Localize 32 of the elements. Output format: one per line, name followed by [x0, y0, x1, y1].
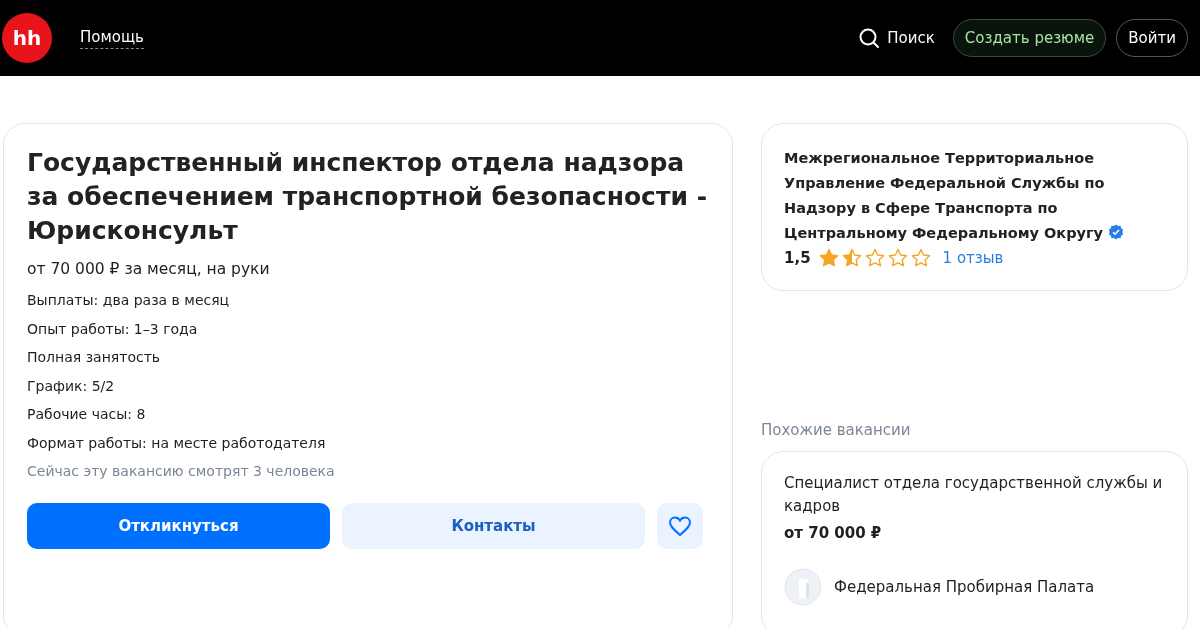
employer-name[interactable]: Межрегиональное Территориальное Управление Федеральной Службы по Надзору в Сфере Транспорта по Центральному Федеральному Округу — [784, 146, 1165, 246]
vacancy-title: Государственный инспектор отдела надзора за обеспечением транспортной безопасности - Юрисконсульт — [27, 147, 709, 247]
search-icon — [859, 28, 880, 48]
detail-text: Выплаты: два раза в месяц — [27, 291, 231, 310]
favorite-button[interactable] — [657, 503, 703, 549]
detail-text: Формат работы: на месте работодателя — [27, 433, 327, 453]
reviews-link[interactable]: 1 отзыв — [942, 249, 1004, 267]
star-icon — [818, 248, 839, 268]
login-button[interactable]: Войти — [1116, 19, 1188, 57]
similar-vacancy-card[interactable]: Специалист отдела государственной службы и кадров от 70 000 ₽ Федеральная Пробирная Палата — [761, 451, 1188, 629]
detail-text: Опыт работы: 1–3 года — [27, 319, 199, 339]
rating-value: 1,5 — [784, 249, 811, 267]
company-name: Федеральная Пробирная Палата — [834, 578, 1095, 596]
logo[interactable]: hh — [2, 13, 52, 63]
star-icon — [887, 248, 908, 268]
apply-button[interactable]: Откликнуться — [27, 503, 330, 549]
star-icon — [841, 248, 862, 268]
detail-text: Рабочие часы: 8 — [27, 405, 147, 424]
star-icon — [910, 248, 931, 268]
star-icon — [864, 248, 885, 268]
help-link[interactable]: Помощь — [80, 27, 144, 49]
create-resume-button[interactable]: Создать резюме — [952, 19, 1107, 57]
heart-icon — [669, 515, 691, 537]
viewers-text: Сейчас эту вакансию смотрят 3 человека — [27, 462, 336, 481]
contacts-button[interactable]: Контакты — [342, 503, 645, 549]
section-heading: Похожие вакансии — [761, 421, 912, 439]
company-logo-icon — [784, 568, 822, 606]
salary-text: от 70 000 ₽ за месяц, на руки — [27, 260, 271, 278]
similar-vacancy-salary: от 70 000 ₽ — [784, 524, 883, 542]
detail-text: Полная занятость — [27, 348, 162, 367]
search-button[interactable]: Поиск — [859, 28, 935, 48]
detail-text: График: 5/2 — [27, 376, 116, 396]
